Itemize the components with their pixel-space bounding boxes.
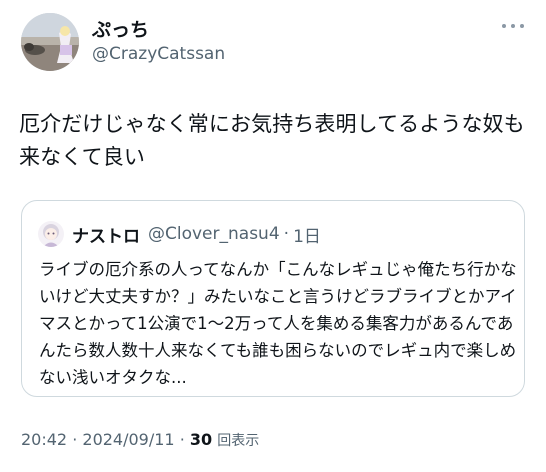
views-label: 回表示 bbox=[217, 433, 260, 449]
tweet-time[interactable]: 20:42 bbox=[21, 430, 67, 449]
more-dot bbox=[520, 24, 524, 28]
tweet: ぷっち @CrazyCatssan 厄介だけじゃなく常にお気持ち表明してるような… bbox=[0, 0, 546, 472]
tweet-meta: 20:42 · 2024/09/11 · 30 回表示 bbox=[21, 430, 259, 450]
tweet-date[interactable]: 2024/09/11 bbox=[82, 430, 174, 449]
more-dot bbox=[502, 24, 506, 28]
views-count: 30 bbox=[189, 430, 213, 449]
quoted-tweet-card[interactable]: ナストロ @Clover_nasu4 · 1日 ライブの厄介系の人ってなんか「こ… bbox=[21, 200, 525, 397]
author-handle[interactable]: @CrazyCatssan bbox=[92, 43, 225, 65]
quoted-separator: · bbox=[283, 224, 290, 244]
quoted-header: ナストロ @Clover_nasu4 · 1日 bbox=[72, 221, 321, 247]
quoted-author-avatar[interactable] bbox=[38, 221, 64, 247]
quoted-author-name[interactable]: ナストロ bbox=[72, 222, 140, 247]
quoted-text: ライブの厄介系の人ってなんか「こんなレギュじゃ俺たち行かないけど大丈夫すか？」み… bbox=[39, 260, 517, 387]
meta-separator: · bbox=[72, 430, 78, 449]
more-horizontal-icon[interactable] bbox=[500, 16, 526, 36]
meta-separator: · bbox=[179, 430, 185, 449]
author-avatar[interactable] bbox=[21, 13, 79, 71]
quoted-timestamp[interactable]: 1日 bbox=[293, 222, 321, 247]
more-dot bbox=[511, 24, 515, 28]
quoted-author-handle[interactable]: @Clover_nasu4 bbox=[148, 224, 280, 244]
author-display-name[interactable]: ぷっち bbox=[92, 18, 149, 42]
tweet-text: 厄介だけじゃなく常にお気持ち表明してるような奴も来なくて良い bbox=[19, 112, 525, 169]
